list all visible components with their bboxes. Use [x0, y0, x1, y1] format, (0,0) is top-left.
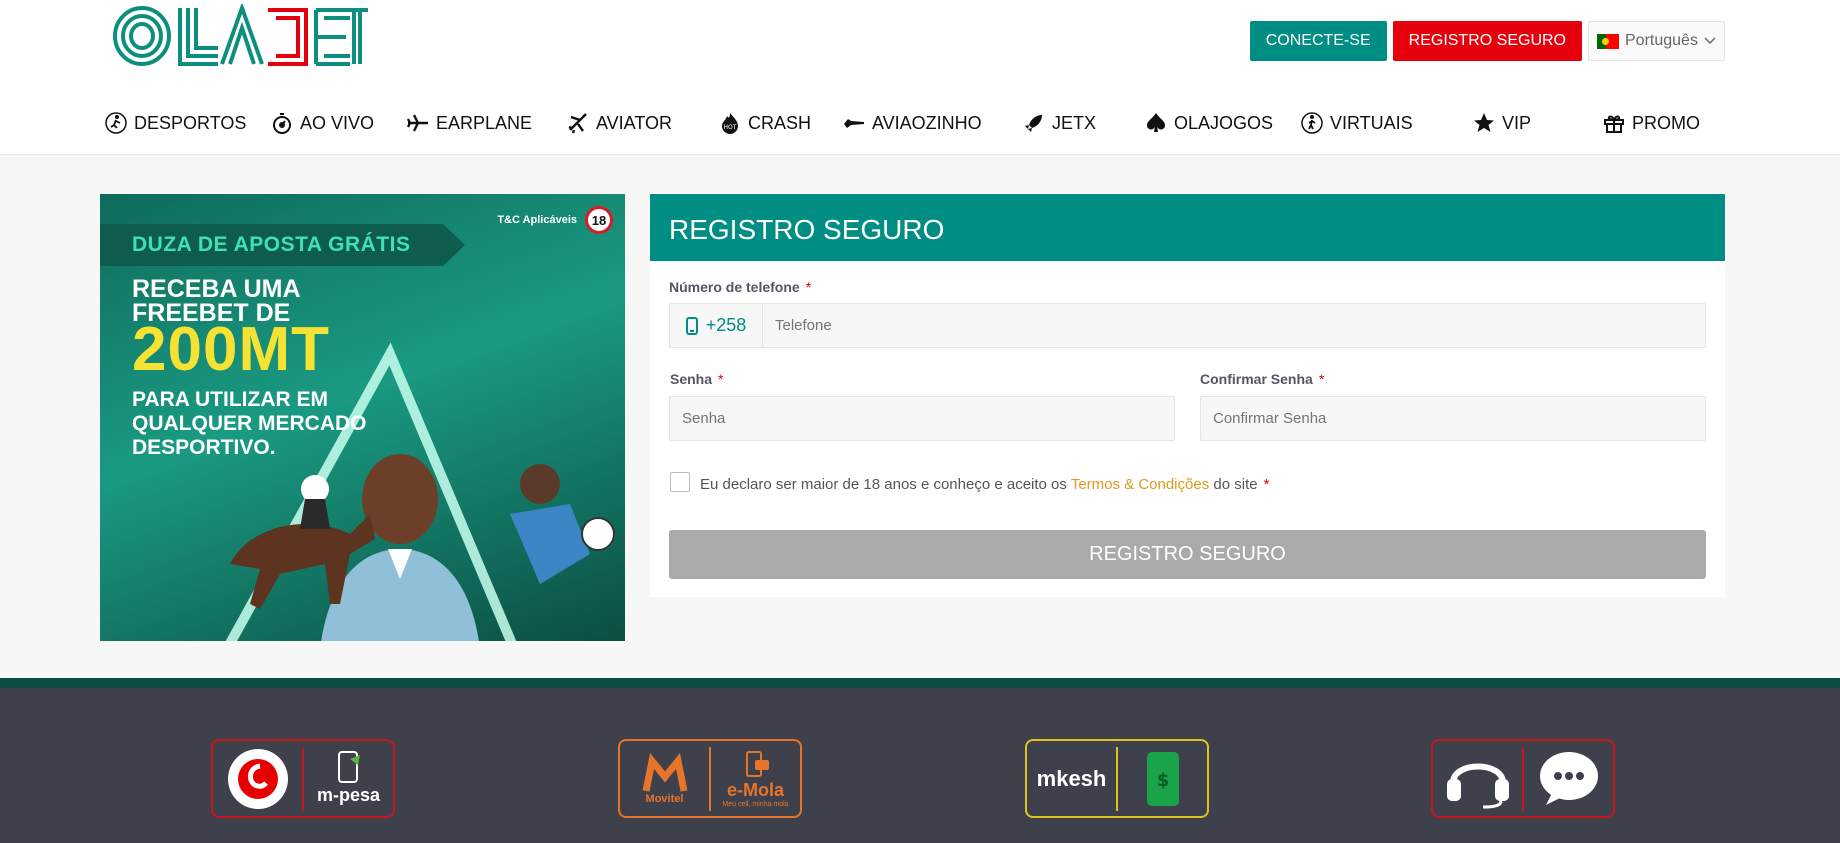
- mobile-phone-icon: [685, 316, 698, 335]
- confirm-label-text: Confirmar Senha: [1200, 371, 1313, 387]
- banner-subtext-line: QUALQUER MERCADO: [132, 412, 367, 435]
- age-18-badge: 18: [585, 206, 613, 234]
- submit-register-button[interactable]: REGISTRO SEGURO: [669, 530, 1706, 579]
- footer-divider: [0, 678, 1840, 688]
- required-mark: *: [1318, 371, 1325, 387]
- rocket-icon: [1025, 115, 1042, 132]
- payment-emola[interactable]: Movitel e-Mola Meu cell, minha mola: [618, 739, 802, 818]
- terms-text: Eu declaro ser maior de 18 anos e conheç…: [700, 476, 1269, 493]
- phone-field-group: +258: [669, 303, 1706, 348]
- mpesa-label: m-pesa: [316, 785, 381, 805]
- nav-crash[interactable]: HOT CRASH: [718, 110, 811, 136]
- payment-mkesh[interactable]: mkesh $: [1025, 739, 1209, 818]
- nav-aviaozinho[interactable]: AVIAOZINHO: [842, 110, 982, 136]
- nav-ao-vivo[interactable]: AO VIVO: [270, 110, 374, 136]
- password-input[interactable]: [669, 396, 1175, 441]
- portugal-flag-icon: [1597, 33, 1619, 49]
- nav-label: JETX: [1052, 112, 1097, 133]
- country-code-text: +258: [705, 315, 747, 335]
- mkesh-phone-icon: $: [1146, 751, 1179, 806]
- nav-jetx[interactable]: JETX: [1022, 110, 1096, 136]
- required-mark: *: [718, 371, 724, 387]
- promo-banner[interactable]: DUZA DE APOSTA GRÁTIS T&C Aplicáveis 18 …: [100, 194, 625, 641]
- terms-text-before: Eu declaro ser maior de 18 anos e conheç…: [700, 476, 1067, 493]
- country-code: +258: [670, 304, 763, 347]
- register-button[interactable]: REGISTRO SEGURO: [1392, 21, 1582, 61]
- nav-label: EARPLANE: [436, 112, 533, 133]
- gift-icon: [1604, 115, 1624, 133]
- required-mark: *: [1263, 476, 1270, 493]
- site-footer: m-pesa Movitel e-Mola Meu cell, minha mo…: [0, 688, 1840, 843]
- banner-terms: T&C Aplicáveis: [497, 214, 577, 226]
- password-label: Senha *: [670, 371, 723, 387]
- banner-subtext-line: PARA UTILIZAR EM: [132, 388, 328, 411]
- chat-bubble-icon: [1539, 751, 1598, 805]
- terms-checkbox[interactable]: [670, 472, 690, 492]
- svg-text:$: $: [1156, 770, 1169, 791]
- airplane-tilted-icon: [568, 113, 587, 134]
- customer-support[interactable]: [1431, 739, 1615, 818]
- soccer-player-icon: [105, 112, 127, 134]
- emola-label: e-Mola: [726, 779, 784, 800]
- emola-tagline: Meu cell, minha mola: [722, 800, 789, 808]
- nav-label: AVIATOR: [596, 112, 673, 133]
- nav-olajogos[interactable]: OLAJOGOS: [1144, 110, 1273, 136]
- nav-label: AO VIVO: [300, 112, 375, 133]
- confirm-password-label: Confirmar Senha *: [1200, 371, 1324, 387]
- stopwatch-icon: [273, 113, 291, 134]
- nav-vip[interactable]: VIP: [1472, 110, 1531, 136]
- star-icon: [1474, 113, 1494, 132]
- svg-text:HOT: HOT: [724, 124, 737, 131]
- mkesh-label: mkesh: [1036, 765, 1107, 791]
- nav-earplane[interactable]: EARPLANE: [406, 110, 532, 136]
- login-button[interactable]: CONECTE-SE: [1249, 21, 1387, 61]
- nav-label: CRASH: [748, 112, 812, 133]
- banner-ribbon: DUZA DE APOSTA GRÁTIS: [100, 224, 465, 266]
- registration-form: REGISTRO SEGURO Número de telefone * +258…: [650, 194, 1725, 597]
- nav-virtuais[interactable]: VIRTUAIS: [1300, 110, 1413, 136]
- nav-label: VIP: [1502, 112, 1532, 133]
- required-mark: *: [805, 279, 812, 295]
- terms-link[interactable]: Termos & Condições: [1071, 476, 1209, 493]
- terms-text-after: do site: [1213, 476, 1258, 493]
- banner-ribbon-text: DUZA DE APOSTA GRÁTIS: [132, 233, 411, 256]
- nav-desportos[interactable]: DESPORTOS: [104, 110, 246, 136]
- chevron-down-icon: [1704, 37, 1716, 45]
- phone-label-text: Número de telefone: [669, 279, 800, 295]
- banner-headline-line: RECEBA UMA: [132, 275, 301, 303]
- nav-label: VIRTUAIS: [1330, 112, 1413, 133]
- spade-icon: [1146, 113, 1166, 132]
- nav-label: OLAJOGOS: [1174, 112, 1274, 133]
- language-label: Português: [1625, 32, 1698, 49]
- nav-label: DESPORTOS: [134, 112, 247, 133]
- movitel-label: Movitel: [645, 792, 684, 805]
- movitel-logo-icon: [642, 752, 687, 792]
- banner-amount: 200MT: [132, 315, 330, 384]
- headset-icon: [1446, 763, 1509, 808]
- virtual-runner-icon: [1301, 112, 1323, 134]
- phone-input[interactable]: [763, 304, 1705, 347]
- nav-label: AVIAOZINHO: [872, 112, 982, 133]
- confirm-password-input[interactable]: [1200, 396, 1706, 441]
- site-header: CONECTE-SE REGISTRO SEGURO Português DES…: [0, 0, 1840, 155]
- password-label-text: Senha: [670, 371, 713, 387]
- nav-promo[interactable]: PROMO: [1602, 110, 1700, 136]
- airplane-icon: [406, 114, 428, 132]
- olabet-logo[interactable]: [110, 4, 370, 68]
- form-title: REGISTRO SEGURO: [650, 194, 1725, 261]
- nav-aviator[interactable]: AVIATOR: [566, 110, 672, 136]
- payment-mpesa[interactable]: m-pesa: [211, 739, 395, 818]
- nav-label: PROMO: [1632, 112, 1701, 133]
- footballer-graphic: [510, 464, 615, 584]
- jet-icon: [844, 119, 864, 128]
- language-selector[interactable]: Português: [1588, 21, 1725, 61]
- emola-phone-icon: [745, 750, 769, 777]
- horse-jockey-graphic: [230, 475, 375, 609]
- hot-fire-icon: HOT: [722, 113, 738, 134]
- main-nav: DESPORTOS AO VIVO EARPLANE AVIATOR HOT C…: [104, 110, 1744, 136]
- phone-label: Número de telefone *: [669, 279, 811, 295]
- vodafone-logo-icon: [227, 748, 288, 809]
- phone-device-icon: [337, 751, 360, 783]
